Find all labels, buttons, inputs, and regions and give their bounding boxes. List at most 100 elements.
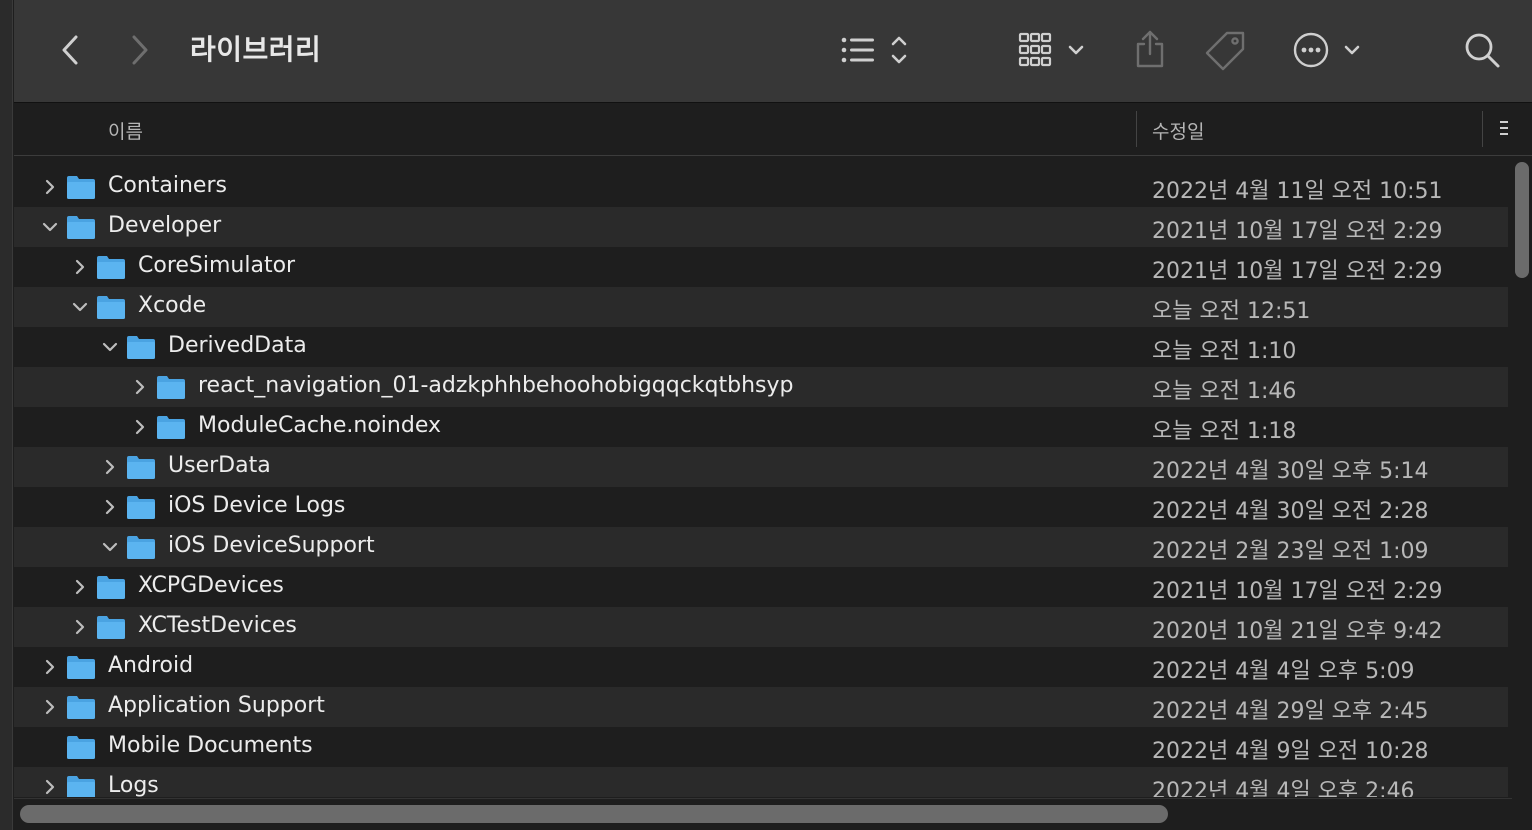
back-button[interactable] <box>52 30 88 70</box>
list-item[interactable]: iOS DeviceSupport 2022년 2월 23일 오전 1:09 <box>14 527 1508 567</box>
list-item[interactable]: Application Support 2022년 4월 29일 오후 2:45 <box>14 687 1508 727</box>
chevron-left-icon <box>62 35 78 65</box>
chevron-right-icon[interactable] <box>70 577 90 597</box>
list-view-icon <box>841 36 907 64</box>
window-edge <box>0 0 13 830</box>
column-menu-icon <box>1500 121 1508 135</box>
list-item[interactable]: ModuleCache.noindex 오늘 오전 1:18 <box>14 407 1508 447</box>
list-item[interactable]: Containers 2022년 4월 11일 오전 10:51 <box>14 167 1508 207</box>
folder-icon <box>66 174 96 200</box>
chevron-down-icon[interactable] <box>40 217 60 237</box>
name-column-header[interactable]: 이름 <box>108 117 143 144</box>
item-date-modified: 2022년 4월 4일 오후 2:46 <box>1152 779 1415 797</box>
ellipsis-circle-icon <box>1293 32 1360 68</box>
finder-window: 라이브러리 이름 수정일 Containers 2022년 4월 11일 오전 … <box>0 0 1532 830</box>
list-item[interactable]: Android 2022년 4월 4일 오후 5:09 <box>14 647 1508 687</box>
chevron-down-icon[interactable] <box>100 537 120 557</box>
item-name: UserData <box>168 453 271 478</box>
share-icon <box>1136 30 1164 68</box>
forward-button[interactable] <box>122 30 158 70</box>
date-modified-column-header[interactable]: 수정일 <box>1152 117 1204 144</box>
folder-icon <box>66 734 96 760</box>
item-date-modified: 2022년 2월 23일 오전 1:09 <box>1152 539 1429 564</box>
vertical-scrollbar-thumb[interactable] <box>1515 162 1529 278</box>
folder-icon <box>66 694 96 720</box>
item-date-modified: 2021년 10월 17일 오전 2:29 <box>1152 579 1443 604</box>
group-button[interactable] <box>1014 28 1094 72</box>
chevron-right-icon[interactable] <box>40 177 60 197</box>
item-date-modified: 2022년 4월 11일 오전 10:51 <box>1152 179 1443 204</box>
item-date-modified: 오늘 오전 12:51 <box>1152 299 1311 324</box>
list-item[interactable]: react_navigation_01-adzkphhbehoohobigqqc… <box>14 367 1508 407</box>
list-item[interactable]: XCTestDevices 2020년 10월 21일 오후 9:42 <box>14 607 1508 647</box>
chevron-right-icon <box>132 35 148 65</box>
vertical-scrollbar[interactable] <box>1512 160 1532 800</box>
list-item[interactable]: Xcode 오늘 오전 12:51 <box>14 287 1508 327</box>
search-icon <box>1465 33 1500 68</box>
list-item[interactable]: XCPGDevices 2021년 10월 17일 오전 2:29 <box>14 567 1508 607</box>
chevron-right-icon[interactable] <box>130 417 150 437</box>
item-name: iOS DeviceSupport <box>168 533 375 558</box>
column-divider[interactable] <box>1136 111 1137 147</box>
item-date-modified: 2022년 4월 30일 오후 5:14 <box>1152 459 1429 484</box>
item-name: Containers <box>108 173 227 198</box>
tag-icon <box>1205 31 1245 71</box>
horizontal-scrollbar-thumb[interactable] <box>20 805 1168 823</box>
chevron-right-icon[interactable] <box>40 777 60 797</box>
item-name: iOS Device Logs <box>168 493 346 518</box>
folder-icon <box>66 214 96 240</box>
item-date-modified: 2022년 4월 4일 오후 5:09 <box>1152 659 1415 684</box>
list-item[interactable]: Logs 2022년 4월 4일 오후 2:46 <box>14 767 1508 797</box>
window-title: 라이브러리 <box>190 33 322 66</box>
chevron-right-icon[interactable] <box>70 257 90 277</box>
item-name: Xcode <box>138 293 207 318</box>
horizontal-scrollbar[interactable] <box>14 798 1512 830</box>
list-item[interactable]: DerivedData 오늘 오전 1:10 <box>14 327 1508 367</box>
chevron-right-icon[interactable] <box>40 657 60 677</box>
item-name: CoreSimulator <box>138 253 296 278</box>
more-actions-button[interactable] <box>1290 28 1374 72</box>
chevron-down-icon[interactable] <box>70 297 90 317</box>
tag-button[interactable] <box>1204 28 1248 72</box>
folder-icon <box>156 374 186 400</box>
list-item[interactable]: iOS Device Logs 2022년 4월 30일 오전 2:28 <box>14 487 1508 527</box>
folder-icon <box>126 534 156 560</box>
item-date-modified: 2022년 4월 9일 오전 10:28 <box>1152 739 1429 764</box>
item-date-modified: 2021년 10월 17일 오전 2:29 <box>1152 259 1443 284</box>
search-button[interactable] <box>1460 28 1504 72</box>
item-date-modified: 2022년 4월 30일 오전 2:28 <box>1152 499 1429 524</box>
list-item[interactable]: CoreSimulator 2021년 10월 17일 오전 2:29 <box>14 247 1508 287</box>
chevron-right-icon[interactable] <box>70 617 90 637</box>
item-date-modified: 2021년 10월 17일 오전 2:29 <box>1152 219 1443 244</box>
column-header-row: 이름 수정일 <box>14 103 1532 156</box>
toolbar: 라이브러리 <box>14 0 1532 103</box>
chevron-down-icon[interactable] <box>100 337 120 357</box>
folder-icon <box>126 334 156 360</box>
item-date-modified: 오늘 오전 1:10 <box>1152 339 1297 364</box>
item-name: Android <box>108 653 194 678</box>
column-divider[interactable] <box>1482 111 1483 147</box>
item-name: DerivedData <box>168 333 307 358</box>
item-date-modified: 오늘 오전 1:18 <box>1152 419 1297 444</box>
view-options-button[interactable] <box>836 28 916 72</box>
item-name: XCPGDevices <box>138 573 284 598</box>
grid-group-icon <box>1018 32 1084 67</box>
share-button[interactable] <box>1130 26 1170 72</box>
chevron-right-icon[interactable] <box>40 697 60 717</box>
folder-icon <box>66 774 96 797</box>
chevron-right-icon[interactable] <box>100 457 120 477</box>
list-item[interactable]: Developer 2021년 10월 17일 오전 2:29 <box>14 207 1508 247</box>
item-name: react_navigation_01-adzkphhbehoohobigqqc… <box>198 373 794 398</box>
chevron-right-icon[interactable] <box>130 377 150 397</box>
item-name: XCTestDevices <box>138 613 297 638</box>
list-item[interactable]: Mobile Documents 2022년 4월 9일 오전 10:28 <box>14 727 1508 767</box>
item-date-modified: 2020년 10월 21일 오후 9:42 <box>1152 619 1443 644</box>
chevron-right-icon[interactable] <box>100 497 120 517</box>
item-name: Logs <box>108 773 159 797</box>
list-item[interactable]: UserData 2022년 4월 30일 오후 5:14 <box>14 447 1508 487</box>
item-name: Application Support <box>108 693 325 718</box>
column-options-button[interactable] <box>1496 113 1512 143</box>
item-date-modified: 2022년 4월 29일 오후 2:45 <box>1152 699 1429 724</box>
folder-icon <box>96 294 126 320</box>
folder-icon <box>126 494 156 520</box>
